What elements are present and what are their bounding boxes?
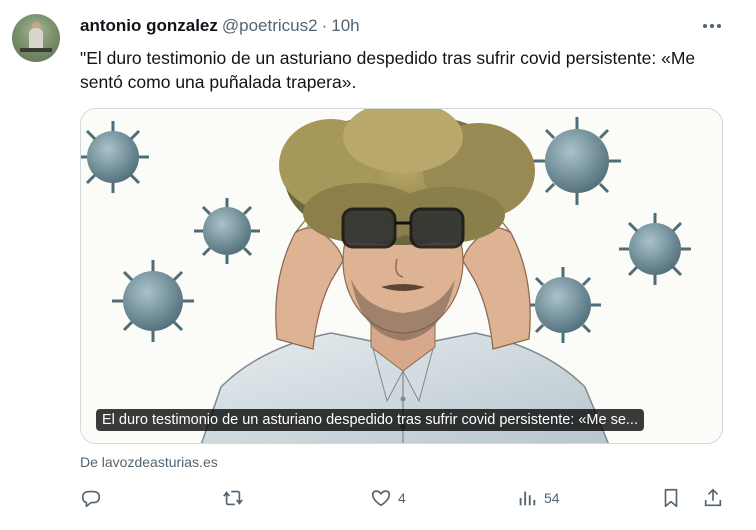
link-card[interactable]: El duro testimonio de un asturiano despe…: [80, 108, 723, 444]
virus-icon: [194, 198, 260, 264]
author-name[interactable]: antonio gonzalez: [80, 16, 218, 36]
more-options-icon[interactable]: [698, 16, 726, 36]
like-button[interactable]: 4: [370, 484, 406, 512]
reply-button[interactable]: [80, 484, 102, 512]
tweet-text: "El duro testimonio de un asturiano desp…: [80, 48, 696, 92]
virus-icon: [525, 267, 601, 343]
avatar[interactable]: [12, 14, 60, 62]
virus-icon: [533, 117, 621, 205]
more-dot: [717, 24, 721, 28]
virus-icon: [619, 213, 691, 285]
retweet-button[interactable]: [222, 484, 244, 512]
bookmark-icon: [664, 488, 678, 508]
author-handle[interactable]: @poetricus2: [222, 16, 318, 36]
card-image: [81, 109, 722, 443]
action-bar: 4 54: [76, 484, 736, 512]
tweet-header: antonio gonzalez @poetricus2 · 10h: [80, 16, 360, 38]
views-icon: [519, 491, 536, 506]
heart-icon: [371, 490, 391, 507]
more-dot: [703, 24, 707, 28]
card-source[interactable]: De lavozdeasturias.es: [80, 454, 218, 470]
retweet-icon: [223, 490, 243, 506]
views-count: 54: [544, 490, 560, 506]
tweet-time[interactable]: 10h: [331, 16, 359, 36]
card-caption: El duro testimonio de un asturiano despe…: [96, 409, 644, 431]
like-count: 4: [398, 490, 406, 506]
tweet[interactable]: antonio gonzalez @poetricus2 · 10h "El d…: [0, 0, 756, 530]
avatar-figure-body: [29, 28, 43, 50]
virus-icon: [112, 260, 194, 342]
share-button[interactable]: [702, 484, 724, 512]
views-button[interactable]: 54: [516, 484, 560, 512]
avatar-bench: [20, 48, 52, 52]
share-icon: [704, 488, 722, 507]
reply-icon: [81, 490, 101, 508]
separator-dot: ·: [321, 16, 328, 35]
more-dot: [710, 24, 714, 28]
cloud-shape: [279, 109, 535, 245]
bookmark-button[interactable]: [660, 484, 682, 512]
